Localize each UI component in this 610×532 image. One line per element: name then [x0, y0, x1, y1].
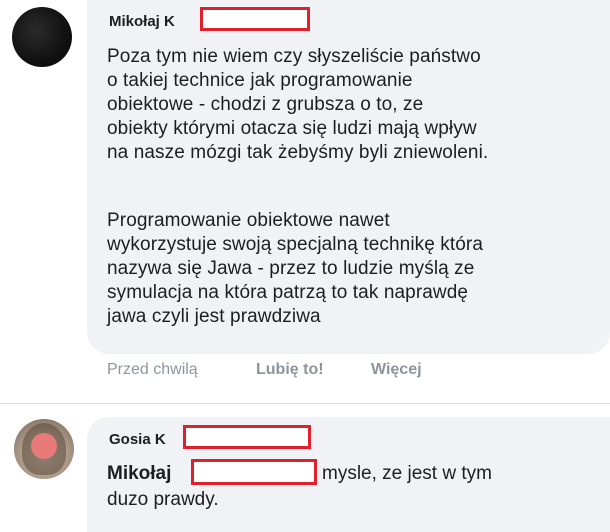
comment-timestamp[interactable]: Przed chwilą: [107, 361, 198, 379]
divider: [0, 403, 610, 404]
comment-text: mysle, ze jest w tym: [322, 463, 492, 484]
avatar[interactable]: [12, 7, 72, 67]
avatar-face-blur: [31, 433, 57, 459]
comment-text: duzo prawdy.: [107, 489, 219, 510]
comment-text-paragraph: Programowanie obiektowe nawet wykorzystu…: [107, 210, 484, 327]
more-button[interactable]: Więcej: [371, 361, 422, 379]
redaction-box: [200, 7, 310, 31]
avatar[interactable]: [14, 419, 74, 479]
redaction-box: [183, 425, 311, 449]
comment-author[interactable]: Gosia K: [109, 431, 166, 448]
mention-link[interactable]: Mikołaj: [107, 462, 171, 486]
redaction-box: [191, 459, 317, 485]
like-button[interactable]: Lubię to!: [256, 361, 324, 379]
comment-author[interactable]: Mikołaj K: [109, 13, 175, 30]
comment-text-paragraph: Poza tym nie wiem czy słyszeliście państ…: [107, 46, 489, 163]
